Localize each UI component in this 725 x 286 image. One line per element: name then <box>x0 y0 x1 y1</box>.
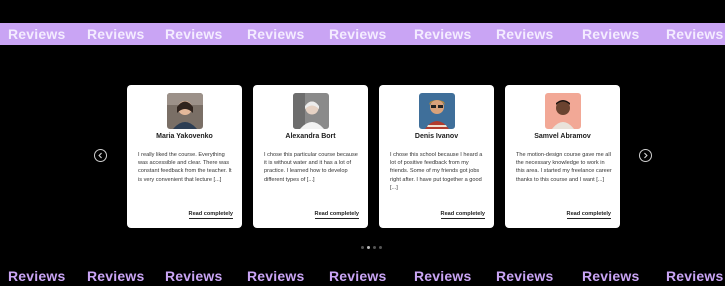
ticker-word: Reviews <box>666 26 724 42</box>
review-card: Samvel Abramov The motion-design course … <box>505 85 620 228</box>
ticker-word: Reviews <box>247 26 305 42</box>
review-card: Denis Ivanov I chose this school because… <box>379 85 494 228</box>
ticker-word: Reviews <box>329 268 387 284</box>
read-completely-link[interactable]: Read completely <box>188 211 233 219</box>
avatar <box>544 93 581 129</box>
ticker-word: Reviews <box>247 268 305 284</box>
review-text: The motion-design course gave me all the… <box>516 152 612 183</box>
avatar <box>418 93 455 129</box>
prev-button[interactable] <box>94 149 107 162</box>
ticker-word: Reviews <box>496 268 554 284</box>
review-card: Alexandra Bort I chose this particular c… <box>253 85 368 228</box>
ticker-word: Reviews <box>414 268 472 284</box>
read-completely-link[interactable]: Read completely <box>566 211 611 219</box>
avatar <box>292 93 329 129</box>
ticker-word: Reviews <box>582 26 640 42</box>
ticker-word: Reviews <box>87 26 145 42</box>
chevron-left-icon <box>98 152 102 159</box>
ticker-word: Reviews <box>87 268 145 284</box>
pagination-dot[interactable] <box>373 246 376 249</box>
ticker-word: Reviews <box>8 268 66 284</box>
reviewer-name: Alexandra Bort <box>285 133 336 140</box>
ticker-word: Reviews <box>582 268 640 284</box>
reviews-ticker-top: Reviews Reviews Reviews Reviews Reviews … <box>0 23 725 45</box>
pagination-dot[interactable] <box>379 246 382 249</box>
avatar <box>166 93 203 129</box>
ticker-word: Reviews <box>8 26 66 42</box>
reviewer-name: Maria Yakovenko <box>156 133 213 140</box>
ticker-word: Reviews <box>165 268 223 284</box>
review-text: I chose this particular course because i… <box>264 152 358 183</box>
review-text: I chose this school because I heard a lo… <box>390 152 483 191</box>
ticker-word: Reviews <box>496 26 554 42</box>
pagination-dot[interactable] <box>361 246 364 249</box>
review-text: I really liked the course. Everything wa… <box>138 152 232 183</box>
reviews-ticker-bottom: Reviews Reviews Reviews Reviews Reviews … <box>0 266 725 286</box>
review-card: Maria Yakovenko I really liked the cours… <box>127 85 242 228</box>
reviewer-name: Denis Ivanov <box>414 133 459 140</box>
reviewer-name: Samvel Abramov <box>534 133 591 140</box>
chevron-right-icon <box>644 152 648 159</box>
carousel-pagination <box>361 246 382 249</box>
ticker-word: Reviews <box>414 26 472 42</box>
ticker-word: Reviews <box>329 26 387 42</box>
read-completely-link[interactable]: Read completely <box>314 211 359 219</box>
read-completely-link[interactable]: Read completely <box>440 211 485 219</box>
pagination-dot-active[interactable] <box>367 246 370 249</box>
ticker-word: Reviews <box>666 268 724 284</box>
next-button[interactable] <box>639 149 652 162</box>
ticker-word: Reviews <box>165 26 223 42</box>
